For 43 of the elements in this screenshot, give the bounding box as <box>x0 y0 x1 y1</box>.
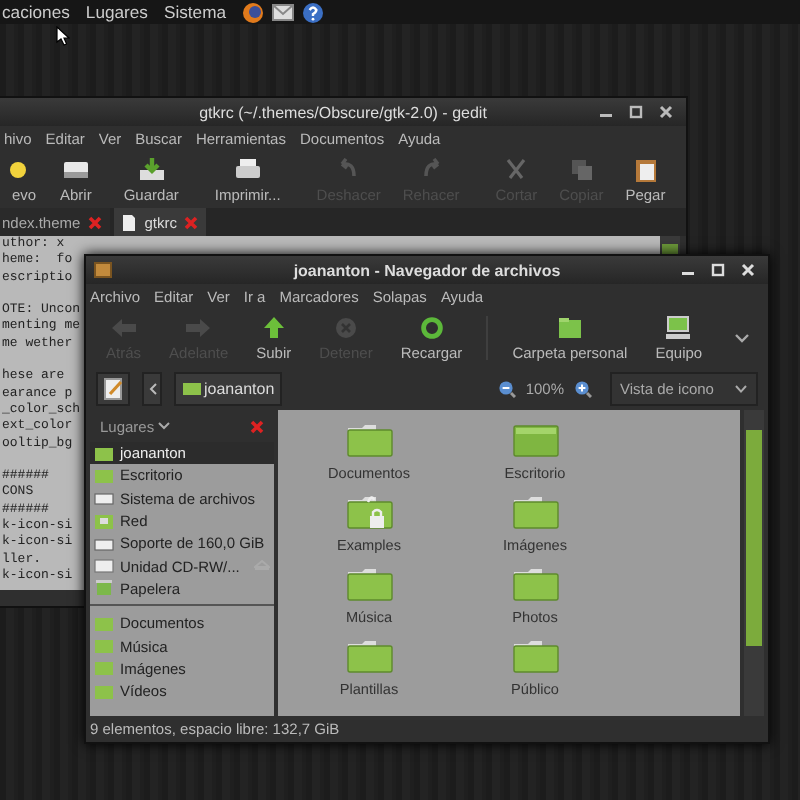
home-folder-icon <box>555 315 584 339</box>
notepad-pencil-icon <box>103 377 123 399</box>
optical-drive-icon <box>94 558 114 575</box>
path-button[interactable]: joananton <box>174 371 283 405</box>
caret-icon[interactable] <box>158 422 171 430</box>
chevron-left-icon <box>147 381 157 395</box>
stop-icon <box>331 315 360 339</box>
zoom-out-icon[interactable] <box>497 379 516 397</box>
panel-menu[interactable]: Sistema <box>163 2 227 22</box>
locked-folder-icon <box>345 494 393 530</box>
panel-menu[interactable]: caciones <box>2 2 70 22</box>
mouse-pointer-icon <box>56 26 70 46</box>
open-icon <box>61 157 90 181</box>
printer-icon <box>233 157 262 181</box>
caret-icon <box>734 383 748 393</box>
reload-icon <box>417 315 446 339</box>
scrollbar[interactable] <box>744 410 764 716</box>
help-icon[interactable] <box>302 1 325 23</box>
maximize-icon[interactable] <box>710 262 726 278</box>
save-icon <box>137 157 166 181</box>
envelope-icon[interactable] <box>272 2 295 22</box>
drive-icon <box>94 535 114 552</box>
globe-icon[interactable] <box>242 1 265 23</box>
scissors-icon <box>502 157 531 181</box>
forward-arrow-icon <box>184 315 213 339</box>
maximize-icon[interactable] <box>628 104 644 120</box>
copy-icon <box>567 157 596 181</box>
window-title: joananton - Navegador de archivos <box>293 261 561 279</box>
back-arrow-icon <box>109 315 138 339</box>
chevron-icon[interactable] <box>734 332 750 344</box>
window-title: gtkrc (~/.themes/Obscure/gtk-2.0) - gedit <box>199 103 487 121</box>
close-icon[interactable] <box>658 104 674 120</box>
edit-location-button[interactable] <box>96 371 130 405</box>
clipboard-icon <box>631 157 660 181</box>
document-icon <box>122 213 137 231</box>
computer-icon <box>664 315 693 339</box>
network-icon <box>94 513 114 530</box>
drive-icon <box>94 490 114 507</box>
zoom-in-icon[interactable] <box>574 379 592 397</box>
scroll-left-button[interactable] <box>142 371 162 405</box>
panel-menu[interactable]: Lugares <box>85 2 148 22</box>
up-arrow-icon <box>259 315 288 339</box>
trash-icon <box>94 580 114 597</box>
